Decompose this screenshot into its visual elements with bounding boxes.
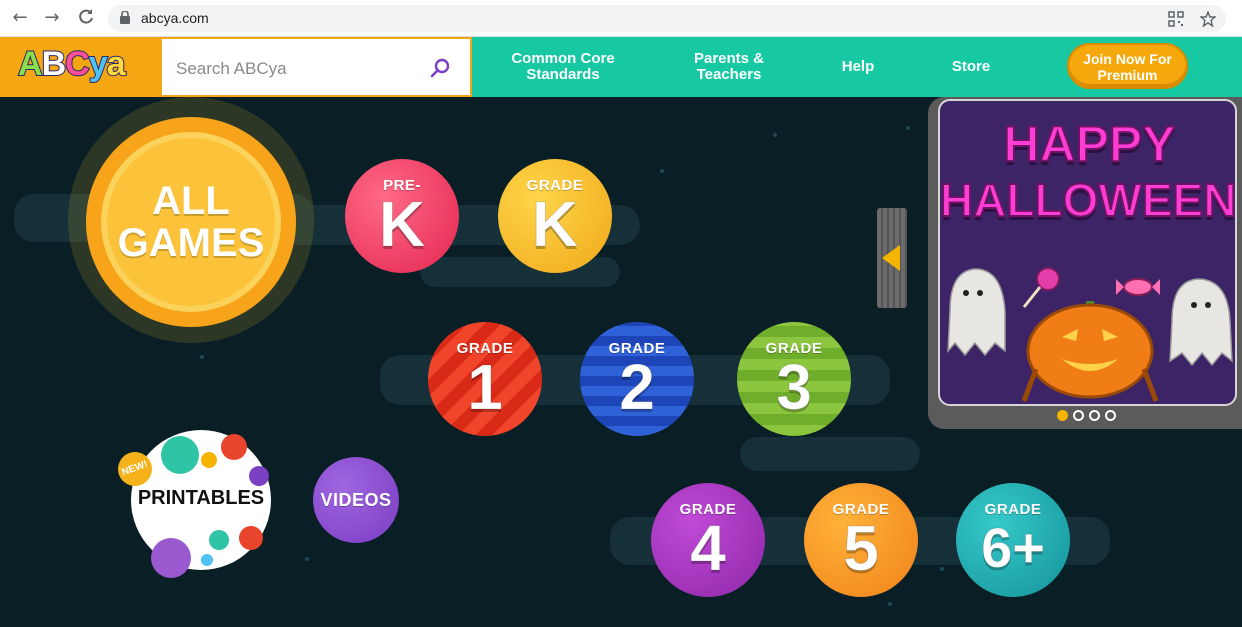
grade-1-big-label: 1 [467, 351, 504, 423]
halloween-illustration [947, 267, 1233, 402]
slide-title-line2: HALLOWEEN! [940, 173, 1237, 227]
videos-button[interactable]: VIDEOS [313, 457, 399, 543]
game-map: ALL GAMES PRE- K GRADE K GRADE 1 GRADE 2… [0, 97, 1242, 627]
bookmark-star-icon[interactable] [1200, 11, 1216, 27]
reload-icon[interactable] [76, 8, 96, 28]
ghost-right [1169, 278, 1233, 367]
bg-star [773, 133, 777, 137]
decor-dot [201, 554, 213, 566]
bg-star [940, 567, 944, 571]
grade-1-button[interactable]: GRADE 1 [428, 322, 542, 436]
browser-toolbar: ← → abcya.com [0, 0, 1242, 37]
grade-k-big-label: K [531, 188, 579, 260]
all-games-button[interactable]: ALL GAMES [86, 117, 296, 327]
search-icon[interactable] [428, 56, 452, 80]
decor-dot [209, 530, 229, 550]
forward-icon[interactable]: → [42, 8, 62, 28]
bg-star [906, 126, 910, 130]
carousel-dot-1[interactable] [1057, 410, 1068, 421]
nav-parents-teachers[interactable]: Parents & Teachers [679, 51, 779, 83]
lock-icon [120, 11, 130, 24]
grade-5-big-label: 5 [843, 512, 880, 584]
search-input[interactable] [176, 57, 416, 81]
pre-k-big-label: K [378, 188, 426, 260]
search-bar [162, 37, 472, 97]
ghost-left [947, 268, 1006, 357]
carousel-dot-4[interactable] [1105, 410, 1116, 421]
slide-title-line1: HAPPY [1002, 115, 1176, 173]
grade-k-button[interactable]: GRADE K [498, 159, 612, 273]
carousel-dot-3[interactable] [1089, 410, 1100, 421]
bg-cloud [740, 437, 920, 471]
bg-star [200, 355, 204, 359]
decor-dot [151, 538, 191, 578]
decor-dot [249, 466, 269, 486]
carousel-dot-2[interactable] [1073, 410, 1084, 421]
decor-dot [221, 434, 247, 460]
bg-star [305, 557, 309, 561]
printables-button[interactable]: PRINTABLES [131, 430, 271, 578]
back-icon[interactable]: ← [10, 8, 30, 28]
printables-label: PRINTABLES [137, 487, 265, 509]
carousel-slide-halloween[interactable]: HAPPY HALLOWEEN! [938, 99, 1237, 406]
site-header: ABCya Common Core Standards Parents & Te… [0, 37, 1242, 97]
grade-4-button[interactable]: GRADE 4 [651, 483, 765, 597]
qr-code-icon[interactable] [1168, 11, 1184, 27]
join-premium-button[interactable]: Join Now For Premium [1067, 43, 1188, 89]
videos-label: VIDEOS [320, 490, 392, 510]
url-text: abcya.com [141, 10, 209, 26]
all-games-label: ALL GAMES [101, 132, 281, 312]
grade-6-big-label: 6+ [981, 516, 1046, 579]
address-bar[interactable]: abcya.com [108, 5, 1226, 32]
grade-2-big-label: 2 [619, 351, 656, 423]
bg-star [888, 602, 892, 606]
grade-6-plus-button[interactable]: GRADE 6+ [956, 483, 1070, 597]
grade-5-button[interactable]: GRADE 5 [804, 483, 918, 597]
nav-help[interactable]: Help [828, 59, 888, 75]
grade-2-button[interactable]: GRADE 2 [580, 322, 694, 436]
nav-store[interactable]: Store [941, 59, 1001, 75]
bg-star [660, 169, 664, 173]
carousel-arrow-icon[interactable] [882, 245, 900, 271]
decor-dot [161, 436, 199, 474]
grade-3-button[interactable]: GRADE 3 [737, 322, 851, 436]
logo[interactable]: ABCya [0, 37, 162, 97]
carousel-pagination [1057, 410, 1116, 421]
pre-k-button[interactable]: PRE- K [345, 159, 459, 273]
nav-common-core[interactable]: Common Core Standards [503, 51, 623, 83]
grade-4-big-label: 4 [690, 512, 727, 584]
decor-dot [239, 526, 263, 550]
decor-dot [201, 452, 217, 468]
grade-3-big-label: 3 [776, 351, 813, 423]
